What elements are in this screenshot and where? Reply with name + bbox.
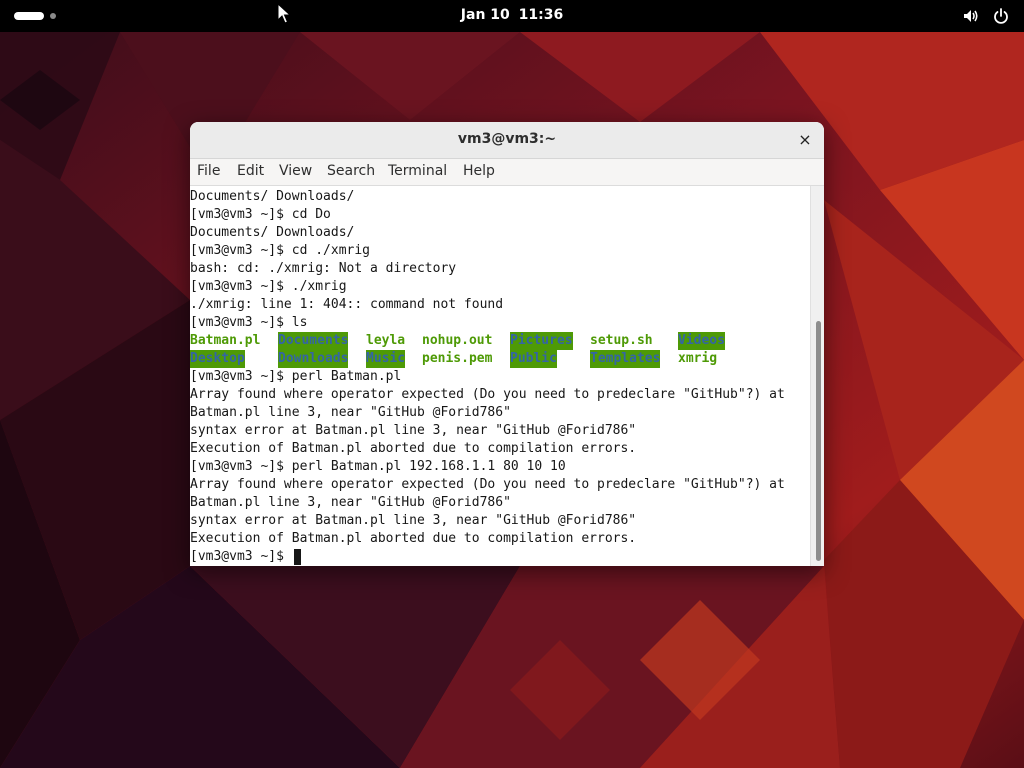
scrollbar-thumb[interactable] xyxy=(816,321,821,561)
terminal-line: Documents/ Downloads/ xyxy=(190,189,355,204)
terminal-line: Documents/ Downloads/ xyxy=(190,225,355,240)
ls-entry-directory: Music xyxy=(366,350,406,368)
terminal-line: Batman.pl line 3, near "GitHub @Forid786… xyxy=(190,495,511,510)
terminal-prompt[interactable]: [vm3@vm3 ~]$ xyxy=(190,548,292,566)
power-icon[interactable] xyxy=(992,7,1010,25)
ls-entry-file: xmrig xyxy=(678,351,718,366)
ls-entry-directory: Public xyxy=(510,350,557,368)
close-icon[interactable]: × xyxy=(796,131,814,149)
terminal-window[interactable]: vm3@vm3:~ × File Edit View Search Termin… xyxy=(190,122,824,566)
terminal-line: [vm3@vm3 ~]$ ./xmrig xyxy=(190,279,347,294)
terminal-line: [vm3@vm3 ~]$ cd ./xmrig xyxy=(190,243,371,258)
terminal-line: [vm3@vm3 ~]$ ls xyxy=(190,315,308,330)
menu-view[interactable]: View xyxy=(279,163,312,179)
ls-entry-file: setup.sh xyxy=(590,333,653,348)
terminal-line: bash: cd: ./xmrig: Not a directory xyxy=(190,261,457,276)
system-tray[interactable] xyxy=(962,7,1010,25)
terminal-line: ./xmrig: line 1: 404:: command not found xyxy=(190,297,504,312)
terminal-line: syntax error at Batman.pl line 3, near "… xyxy=(190,513,637,528)
terminal-line: Array found where operator expected (Do … xyxy=(190,477,785,492)
menu-edit[interactable]: Edit xyxy=(237,163,264,179)
ls-entry-file: nohup.out xyxy=(422,333,493,348)
terminal-line: [vm3@vm3 ~]$ perl Batman.pl xyxy=(190,369,402,384)
scrollbar[interactable] xyxy=(810,186,824,566)
clock-time: 11:36 xyxy=(518,7,564,23)
terminal-line: [vm3@vm3 ~]$ cd Do xyxy=(190,207,331,222)
clock-date: Jan 10 xyxy=(460,7,510,23)
menu-file[interactable]: File xyxy=(197,163,220,179)
top-bar: Jan 10 11:36 xyxy=(0,0,1024,32)
window-titlebar[interactable]: vm3@vm3:~ × xyxy=(190,122,824,159)
text-cursor xyxy=(294,549,301,565)
ls-entry-file: Batman.pl xyxy=(190,333,261,348)
speaker-icon[interactable] xyxy=(962,7,980,25)
menu-bar: File Edit View Search Terminal Help xyxy=(190,159,824,186)
terminal-output[interactable]: Documents/ Downloads/ [vm3@vm3 ~]$ cd Do… xyxy=(190,186,810,566)
ls-entry-file: penis.pem xyxy=(422,351,493,366)
terminal-line: [vm3@vm3 ~]$ perl Batman.pl 192.168.1.1 … xyxy=(190,459,566,474)
ls-entry-file: leyla xyxy=(366,333,406,348)
terminal-line: Batman.pl line 3, near "GitHub @Forid786… xyxy=(190,405,511,420)
ls-entry-directory: Templates xyxy=(590,350,661,368)
menu-terminal[interactable]: Terminal xyxy=(388,163,447,179)
terminal-line: syntax error at Batman.pl line 3, near "… xyxy=(190,423,637,438)
ls-entry-directory: Documents xyxy=(278,332,349,350)
clock[interactable]: Jan 10 11:36 xyxy=(0,7,1024,23)
terminal-line: Array found where operator expected (Do … xyxy=(190,387,785,402)
mouse-pointer-icon xyxy=(277,3,291,24)
terminal-line: Execution of Batman.pl aborted due to co… xyxy=(190,441,637,456)
window-title: vm3@vm3:~ xyxy=(457,131,557,147)
ls-entry-directory: Videos xyxy=(678,332,725,350)
menu-search[interactable]: Search xyxy=(327,163,375,179)
ls-entry-directory: Downloads xyxy=(278,350,349,368)
menu-help[interactable]: Help xyxy=(463,163,495,179)
ls-entry-directory: Pictures xyxy=(510,332,573,350)
terminal-line: Execution of Batman.pl aborted due to co… xyxy=(190,531,637,546)
ls-entry-directory: Desktop xyxy=(190,350,245,368)
